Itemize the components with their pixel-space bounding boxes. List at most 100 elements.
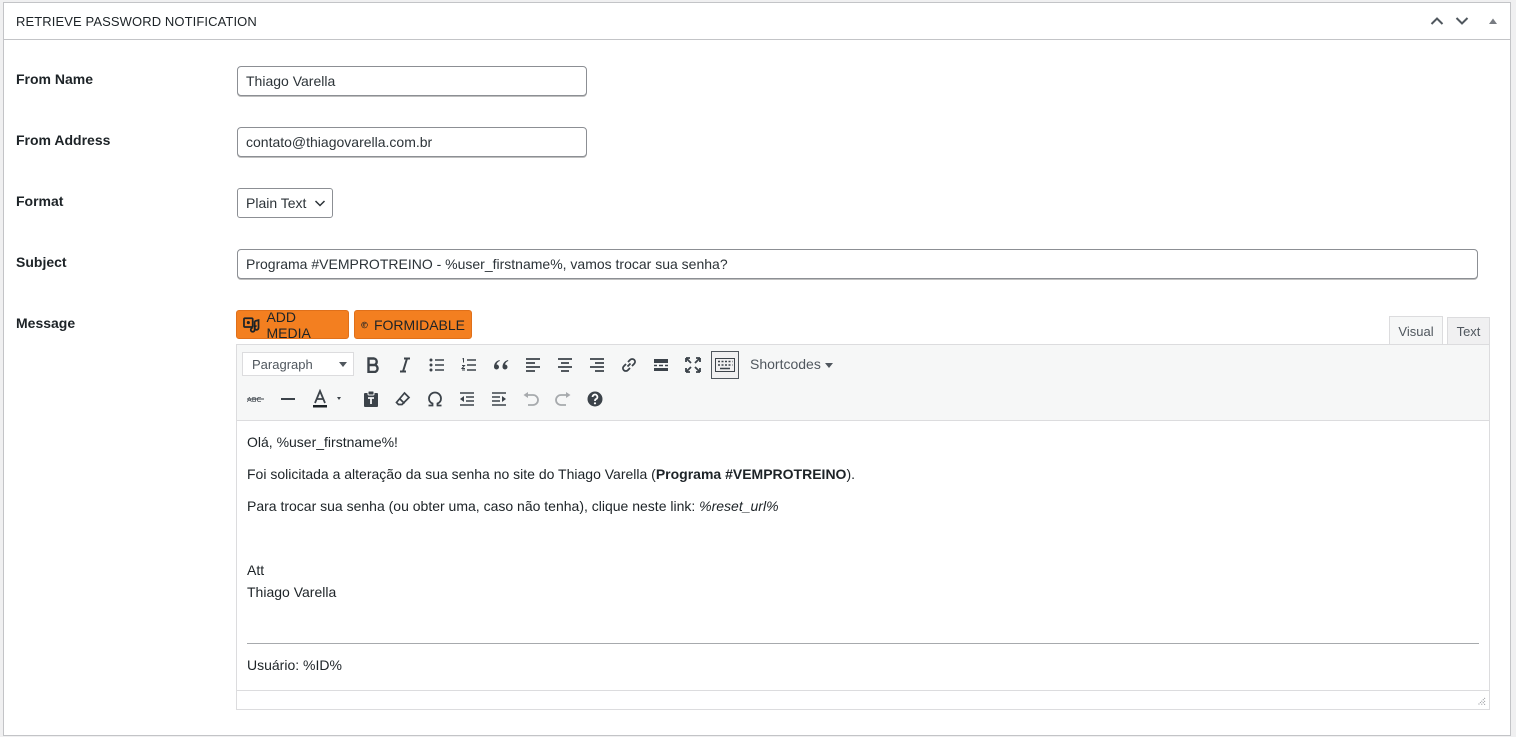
align-left-button[interactable] bbox=[519, 351, 547, 379]
undo-button[interactable] bbox=[517, 385, 545, 413]
strikethrough-icon: ABC bbox=[247, 396, 264, 404]
add-media-label: ADD MEDIA bbox=[266, 308, 311, 341]
align-right-button[interactable] bbox=[583, 351, 611, 379]
numbered-list-icon bbox=[461, 358, 476, 371]
chevron-down-icon bbox=[1455, 17, 1469, 25]
keyboard-icon bbox=[715, 358, 735, 372]
bulleted-list-button[interactable] bbox=[423, 351, 451, 379]
notification-panel: RETRIEVE PASSWORD NOTIFICATION From Name… bbox=[3, 2, 1511, 736]
greeting-line: Olá, %user_firstname%! bbox=[247, 434, 398, 450]
outdent-icon bbox=[460, 392, 474, 406]
help-button[interactable] bbox=[581, 385, 609, 413]
signature-name: Thiago Varella bbox=[247, 584, 337, 600]
bold-button[interactable] bbox=[359, 351, 387, 379]
request-line-text: Foi solicitada a alteração da sua senha … bbox=[247, 466, 656, 482]
italic-icon bbox=[400, 357, 410, 373]
svg-text:ABC: ABC bbox=[247, 396, 261, 404]
redo-icon bbox=[555, 392, 571, 406]
strikethrough-button[interactable]: ABC bbox=[242, 385, 270, 413]
editor-resize-strip bbox=[237, 690, 1489, 709]
shortcodes-label: Shortcodes bbox=[750, 356, 821, 372]
from-name-input[interactable] bbox=[237, 66, 587, 96]
link-icon bbox=[622, 358, 636, 372]
text-color-icon bbox=[313, 389, 341, 408]
toolbar-toggle-button[interactable] bbox=[711, 351, 739, 379]
clear-formatting-button[interactable] bbox=[389, 385, 417, 413]
outdent-button[interactable] bbox=[453, 385, 481, 413]
special-character-button[interactable] bbox=[421, 385, 449, 413]
shortcodes-dropdown[interactable]: Shortcodes bbox=[750, 356, 833, 372]
help-icon bbox=[587, 391, 603, 407]
from-address-label: From Address bbox=[16, 132, 111, 148]
numbered-list-button[interactable] bbox=[455, 351, 483, 379]
italic-button[interactable] bbox=[391, 351, 419, 379]
panel-title: RETRIEVE PASSWORD NOTIFICATION bbox=[16, 14, 257, 29]
collapse-toggle-button[interactable] bbox=[1483, 11, 1503, 31]
chevron-up-icon bbox=[1430, 17, 1444, 25]
read-more-button[interactable] bbox=[647, 351, 675, 379]
insert-link-button[interactable] bbox=[615, 351, 643, 379]
align-center-button[interactable] bbox=[551, 351, 579, 379]
blockquote-button[interactable] bbox=[487, 351, 515, 379]
formidable-label: FORMIDABLE bbox=[373, 316, 465, 333]
reset-url-tag: %reset_url% bbox=[699, 498, 779, 514]
eraser-icon bbox=[395, 391, 411, 406]
format-select-value: Plain Text bbox=[246, 195, 307, 211]
signature-att: Att bbox=[247, 562, 265, 578]
tab-visual-label: Visual bbox=[1398, 323, 1434, 339]
reset-line-text: Para trocar sua senha (ou obter uma, cas… bbox=[247, 498, 700, 514]
text-color-button[interactable] bbox=[306, 385, 350, 413]
formidable-icon bbox=[361, 321, 368, 328]
panel-header: RETRIEVE PASSWORD NOTIFICATION bbox=[4, 3, 1510, 40]
request-line-end: ). bbox=[846, 466, 856, 482]
from-name-label: From Name bbox=[16, 71, 94, 87]
content-divider bbox=[247, 643, 1479, 644]
read-more-icon bbox=[654, 359, 668, 371]
caret-down-icon bbox=[824, 362, 833, 368]
paragraph-format-value: Paragraph bbox=[252, 356, 313, 372]
indent-button[interactable] bbox=[485, 385, 513, 413]
tab-text[interactable]: Text bbox=[1447, 317, 1490, 345]
align-right-icon bbox=[590, 358, 604, 372]
media-icon bbox=[243, 316, 260, 333]
move-down-button[interactable] bbox=[1452, 11, 1472, 31]
footer-line: Usuário: %ID% bbox=[247, 657, 342, 673]
caret-down-icon bbox=[339, 362, 347, 367]
tab-text-label: Text bbox=[1456, 324, 1481, 339]
horizontal-line-icon bbox=[281, 398, 295, 400]
bold-icon bbox=[367, 357, 379, 373]
formidable-button[interactable]: FORMIDABLE bbox=[354, 310, 472, 339]
tab-visual[interactable]: Visual bbox=[1389, 316, 1443, 345]
editor-toolbar: Paragraph Shortcodes ABC bbox=[237, 345, 1489, 421]
horizontal-line-button[interactable] bbox=[274, 385, 302, 413]
bulleted-list-icon bbox=[429, 358, 444, 372]
align-left-icon bbox=[526, 358, 540, 372]
request-line: Foi solicitada a alteração da sua senha … bbox=[247, 466, 855, 482]
paste-text-icon bbox=[364, 390, 378, 407]
format-label: Format bbox=[16, 193, 64, 209]
chevron-down-icon bbox=[314, 200, 326, 207]
add-media-button[interactable]: ADD MEDIA bbox=[236, 308, 349, 341]
align-center-icon bbox=[558, 358, 572, 372]
fullscreen-button[interactable] bbox=[679, 351, 707, 379]
triangle-up-icon bbox=[1489, 18, 1497, 24]
omega-icon bbox=[428, 391, 442, 407]
program-name: Programa #VEMPROTREINO bbox=[655, 466, 847, 482]
message-editor: Paragraph Shortcodes ABC Olá, %user_firs… bbox=[236, 344, 1490, 710]
message-label: Message bbox=[16, 315, 76, 331]
subject-label: Subject bbox=[16, 254, 67, 270]
subject-input[interactable] bbox=[237, 249, 1478, 279]
from-address-input[interactable] bbox=[237, 127, 587, 157]
indent-icon bbox=[492, 392, 506, 406]
undo-icon bbox=[523, 392, 539, 406]
resize-grip-icon[interactable] bbox=[1476, 696, 1486, 706]
format-select[interactable]: Plain Text bbox=[237, 188, 333, 218]
move-up-button[interactable] bbox=[1427, 11, 1447, 31]
reset-line: Para trocar sua senha (ou obter uma, cas… bbox=[247, 498, 779, 514]
redo-button[interactable] bbox=[549, 385, 577, 413]
blockquote-icon bbox=[494, 360, 509, 370]
editor-content[interactable]: Olá, %user_firstname%! Foi solicitada a … bbox=[247, 421, 1479, 691]
paragraph-format-select[interactable]: Paragraph bbox=[242, 352, 354, 376]
fullscreen-icon bbox=[685, 357, 701, 373]
paste-as-text-button[interactable] bbox=[357, 385, 385, 413]
